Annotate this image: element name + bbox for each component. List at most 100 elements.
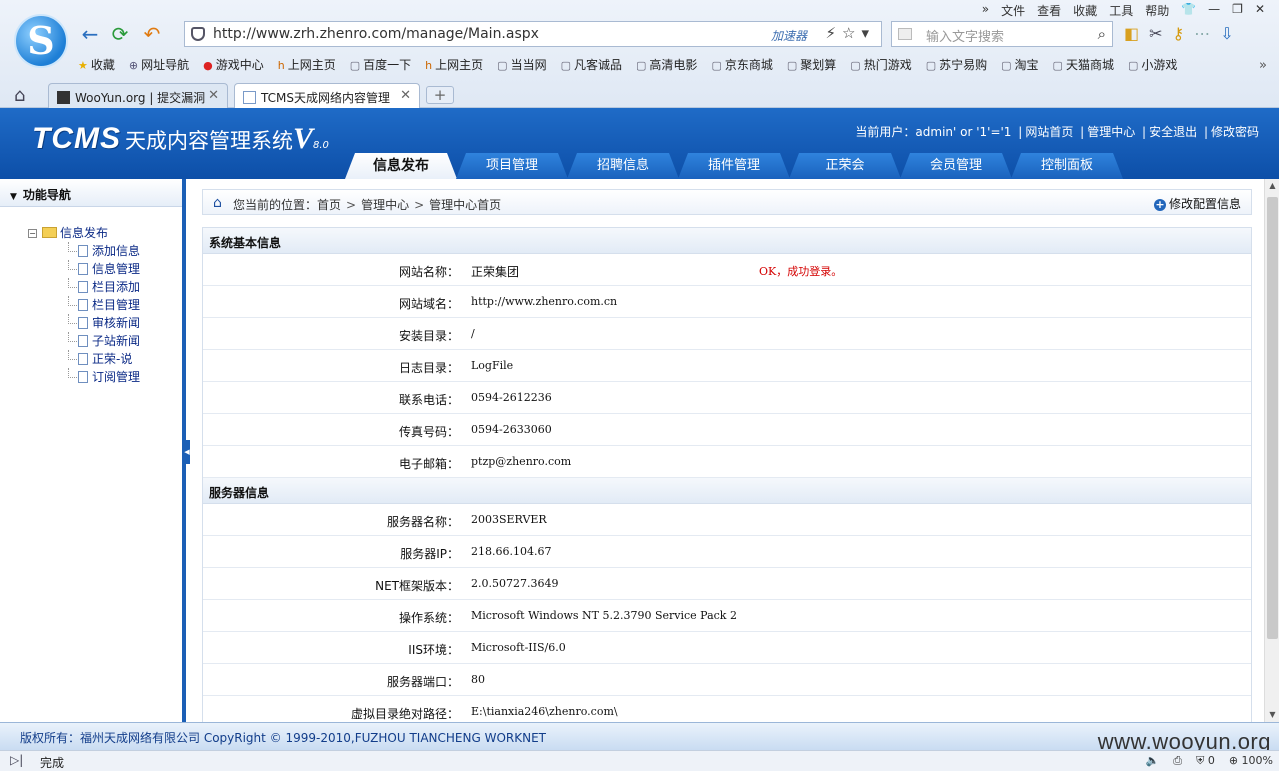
new-tab-button[interactable]: +	[426, 86, 454, 104]
sidebar-title[interactable]: ▼ 功能导航	[0, 179, 182, 207]
skin-icon[interactable]: 👕	[1181, 2, 1196, 18]
favorite-item[interactable]: ▢ 天猫商城	[1053, 56, 1114, 76]
sidebar-tree-item[interactable]: 栏目管理	[28, 296, 140, 314]
favorite-label: 热门游戏	[863, 58, 912, 72]
link-admin-center[interactable]: 管理中心	[1087, 125, 1135, 139]
sidebar-tree-item[interactable]: 审核新闻	[28, 314, 140, 332]
nav-tab-plugins[interactable]: 插件管理	[678, 153, 790, 179]
favorite-label: 聚划算	[800, 58, 837, 72]
status-play-icon[interactable]: ▷|	[10, 753, 23, 767]
more-icon[interactable]: ⋯	[1194, 24, 1210, 43]
menu-favorites[interactable]: 收藏	[1073, 2, 1097, 18]
favorite-item[interactable]: ⊕ 网址导航	[129, 56, 189, 76]
tab-wooyun[interactable]: WooYun.org | 提交漏洞 ✕	[48, 83, 228, 108]
info-value: Microsoft Windows NT 5.2.3790 Service Pa…	[471, 609, 737, 622]
notes-icon[interactable]: ◧	[1124, 24, 1139, 43]
breadcrumb-admin-center[interactable]: 管理中心	[361, 198, 409, 212]
favorites-more-icon[interactable]: »	[1259, 58, 1267, 73]
undo-close-icon[interactable]: ↶	[140, 22, 164, 46]
scroll-down-icon[interactable]: ▼	[1265, 708, 1279, 722]
info-row: 操作系统： Microsoft Windows NT 5.2.3790 Servi…	[203, 600, 1251, 632]
minimize-icon[interactable]: —	[1208, 2, 1220, 18]
favorite-label: 当当网	[510, 58, 547, 72]
edit-config-label: 修改配置信息	[1168, 197, 1241, 211]
favorite-item[interactable]: ▢ 小游戏	[1128, 56, 1177, 76]
zoom-control[interactable]: ⊕ 100%	[1229, 754, 1273, 768]
tree-root-info-publish[interactable]: − 信息发布	[28, 224, 140, 242]
section-server-info: 服务器信息	[203, 478, 1251, 504]
edit-config-link[interactable]: + 修改配置信息	[1153, 195, 1241, 212]
favorite-item[interactable]: ▢ 聚划算	[787, 56, 836, 76]
favorite-item[interactable]: ▢ 百度一下	[350, 56, 411, 76]
favorite-item[interactable]: ● 游戏中心	[203, 56, 264, 76]
favorite-label: 收藏	[90, 58, 115, 72]
sidebar-tree-item[interactable]: 添加信息	[28, 242, 140, 260]
favorite-item[interactable]: ▢ 淘宝	[1001, 56, 1038, 76]
close-window-icon[interactable]: ✕	[1255, 2, 1265, 18]
brand-tcms: TCMS	[32, 122, 121, 155]
nav-tab-control-panel[interactable]: 控制面板	[1011, 153, 1123, 179]
favorite-item[interactable]: h 上网主页	[278, 56, 336, 76]
address-bar[interactable]: http://www.zrh.zhenro.com/manage/Main.as…	[184, 21, 882, 47]
menu-view[interactable]: 查看	[1037, 2, 1061, 18]
nav-tab-projects[interactable]: 项目管理	[456, 153, 568, 179]
menu-tools[interactable]: 工具	[1109, 2, 1133, 18]
search-icon[interactable]: ⌕	[1098, 25, 1106, 43]
hao-icon: h	[425, 59, 433, 72]
nav-tab-members[interactable]: 会员管理	[900, 153, 1012, 179]
search-input[interactable]: 输入文字搜索	[926, 26, 1004, 45]
menu-help[interactable]: 帮助	[1145, 2, 1169, 18]
vertical-scrollbar[interactable]: ▲ ▼	[1264, 179, 1279, 722]
nav-tab-info-publish[interactable]: 信息发布	[345, 153, 457, 179]
close-tab-icon[interactable]: ✕	[400, 88, 411, 103]
browser-logo-icon: S	[14, 14, 68, 68]
sidebar-tree-item[interactable]: 信息管理	[28, 260, 140, 278]
favorite-item[interactable]: ▢ 当当网	[497, 56, 546, 76]
scissors-icon[interactable]: ✂	[1149, 24, 1162, 43]
address-tools-icon[interactable]: ⚡☆▾	[825, 24, 875, 42]
block-counter[interactable]: ⛨ 0	[1196, 754, 1215, 768]
home-icon[interactable]: ⌂	[14, 85, 25, 106]
volume-icon[interactable]: 🔈	[1146, 754, 1160, 768]
tree-collapse-icon[interactable]: −	[28, 229, 37, 238]
favorite-item[interactable]: ▢ 苏宁易购	[926, 56, 987, 76]
favorite-item[interactable]: ★ 收藏	[78, 56, 115, 76]
link-logout[interactable]: 安全退出	[1149, 125, 1197, 139]
favorite-item[interactable]: ▢ 热门游戏	[850, 56, 911, 76]
search-box[interactable]: 输入文字搜索 ⌕	[891, 21, 1113, 47]
menu-more-icon[interactable]: »	[982, 2, 989, 18]
info-value: 0594-2633060	[471, 423, 552, 436]
breadcrumb-home[interactable]: 首页	[317, 198, 341, 212]
favorite-item[interactable]: ▢ 凡客诚品	[561, 56, 622, 76]
link-change-password[interactable]: 修改密码	[1211, 125, 1259, 139]
refresh-icon[interactable]: ⟳	[108, 22, 132, 46]
breadcrumb-prefix: 您当前的位置：	[233, 198, 318, 212]
print-icon[interactable]: ⎙	[1173, 754, 1182, 768]
favorite-item[interactable]: ▢ 高清电影	[636, 56, 697, 76]
accelerator-label[interactable]: 加速器	[771, 27, 807, 44]
favorite-item[interactable]: h 上网主页	[425, 56, 483, 76]
address-url[interactable]: http://www.zrh.zhenro.com/manage/Main.as…	[213, 26, 539, 42]
scroll-up-icon[interactable]: ▲	[1265, 179, 1279, 193]
back-arrow-icon[interactable]: ←	[78, 22, 102, 46]
search-engine-icon[interactable]	[898, 28, 912, 40]
link-site-home[interactable]: 网站首页	[1025, 125, 1073, 139]
sidebar-tree-item[interactable]: 订阅管理	[28, 368, 140, 386]
restore-icon[interactable]: ❐	[1232, 2, 1243, 18]
key-icon[interactable]: ⚷	[1173, 24, 1185, 43]
download-icon[interactable]: ⇩	[1220, 24, 1233, 43]
page-icon: ▢	[636, 59, 647, 72]
nav-tab-recruitment[interactable]: 招聘信息	[567, 153, 679, 179]
current-user: 当前用户：admin' or '1'='1	[855, 125, 1012, 139]
breadcrumb-admin-home[interactable]: 管理中心首页	[429, 198, 501, 212]
sidebar-tree-item[interactable]: 正荣-说	[28, 350, 140, 368]
nav-tab-zhenro-club[interactable]: 正荣会	[789, 153, 901, 179]
sidebar-tree-item[interactable]: 子站新闻	[28, 332, 140, 350]
menu-file[interactable]: 文件	[1001, 2, 1025, 18]
close-tab-icon[interactable]: ✕	[208, 88, 219, 103]
scroll-thumb[interactable]	[1267, 197, 1278, 639]
tree-item-label: 添加信息	[92, 244, 141, 258]
favorite-item[interactable]: ▢ 京东商城	[711, 56, 772, 76]
tab-tcms[interactable]: TCMS天成网络内容管理 ✕	[234, 83, 420, 108]
sidebar-tree-item[interactable]: 栏目添加	[28, 278, 140, 296]
